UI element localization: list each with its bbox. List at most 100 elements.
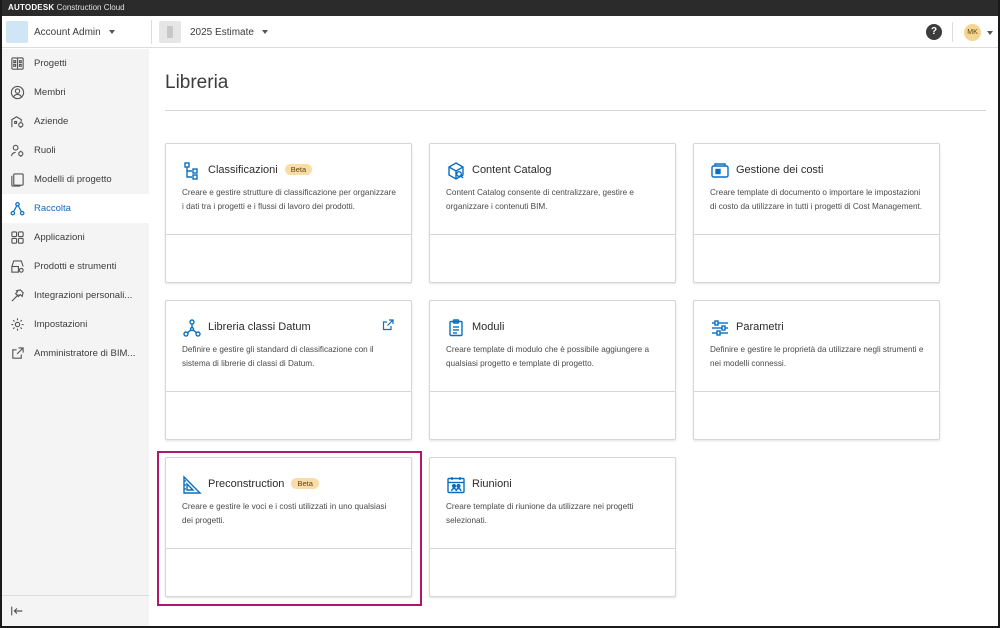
account-name: Account Admin <box>34 26 101 38</box>
card-title: Moduli <box>472 321 505 333</box>
hierarchy-icon <box>184 162 198 180</box>
chevron-down-icon <box>261 30 268 34</box>
card-title: Gestione dei costi <box>736 164 824 176</box>
top-header: Account Admin 2025 Estimate ? MK <box>2 16 998 48</box>
card-footer-divider <box>430 391 675 392</box>
brand-name: AUTODESK <box>8 3 55 12</box>
user-circle-icon <box>10 85 25 100</box>
sidebar-item-label: Aziende <box>34 116 69 127</box>
card-description: Creare template di modulo che è possibil… <box>446 345 649 368</box>
card-moduli[interactable]: Moduli Creare template di modulo che è p… <box>429 300 676 440</box>
card-footer-divider <box>430 234 675 235</box>
products-gear-icon <box>11 260 24 273</box>
card-title: Parametri <box>736 321 784 333</box>
sidebar-item-label: Amministratore di BIM... <box>34 348 136 359</box>
card-footer-divider <box>430 548 675 549</box>
meeting-calendar-icon <box>447 477 465 494</box>
title-divider <box>165 110 986 111</box>
sidebar-item-label: Modelli di progetto <box>34 174 112 185</box>
company-gear-icon <box>11 116 24 128</box>
card-libreria-classi-datum[interactable]: Libreria classi Datum Definire e gestire… <box>165 300 412 440</box>
sidebar-item-prodotti-e-strumenti[interactable]: Prodotti e strumenti <box>2 252 149 281</box>
header-divider <box>952 22 953 42</box>
collapse-left-icon <box>11 606 23 616</box>
sidebar-item-label: Applicazioni <box>34 232 85 243</box>
user-avatar[interactable]: MK <box>964 24 981 41</box>
card-footer-divider <box>166 234 411 235</box>
clipboard-icon <box>449 319 463 337</box>
card-classificazioni[interactable]: Classificazioni Beta Creare e gestire str… <box>165 143 412 283</box>
card-footer-divider <box>694 391 939 392</box>
card-description: Content Catalog consente di centralizzar… <box>446 188 634 211</box>
sidebar-item-label: Integrazioni personali... <box>34 290 133 301</box>
chevron-down-icon <box>108 30 115 34</box>
sidebar-item-label: Prodotti e strumenti <box>34 261 117 272</box>
project-selector[interactable]: 2025 Estimate <box>159 20 268 44</box>
card-footer-divider <box>694 234 939 235</box>
card-description: Creare e gestire le voci e i costi utili… <box>182 502 387 525</box>
card-footer-divider <box>166 391 411 392</box>
account-selector[interactable]: Account Admin <box>6 20 115 44</box>
sidebar-item-integrazioni-personali[interactable]: Integrazioni personali... <box>2 281 149 310</box>
sidebar: Progetti Membri Aziende Ruoli Modelli di… <box>2 49 149 626</box>
wallet-icon <box>711 163 729 178</box>
brand-product: Construction Cloud <box>56 3 125 12</box>
card-title: Classificazioni <box>208 164 278 176</box>
sidebar-item-applicazioni[interactable]: Applicazioni <box>2 223 149 252</box>
datum-network-icon <box>183 319 201 337</box>
role-gear-icon <box>10 144 24 157</box>
external-link-icon <box>12 347 24 359</box>
card-footer-divider <box>166 548 411 549</box>
sidebar-item-label: Raccolta <box>34 203 71 214</box>
card-content-catalog[interactable]: Content Catalog Content Catalog consente… <box>429 143 676 283</box>
project-thumbnail <box>159 21 181 43</box>
account-logo <box>6 21 28 43</box>
building-icon <box>11 57 24 70</box>
sidebar-item-label: Impostazioni <box>34 319 88 330</box>
beta-badge: Beta <box>284 164 313 175</box>
sidebar-item-progetti[interactable]: Progetti <box>2 49 149 78</box>
hammer-icon <box>11 289 24 302</box>
card-description: Definire e gestire gli standard di class… <box>182 345 374 368</box>
sidebar-item-amministratore-bim[interactable]: Amministratore di BIM... <box>2 339 149 368</box>
sidebar-item-impostazioni[interactable]: Impostazioni <box>2 310 149 339</box>
card-description: Definire e gestire le proprietà da utili… <box>710 345 924 368</box>
card-parametri[interactable]: Parametri Definire e gestire le propriet… <box>693 300 940 440</box>
external-link-icon[interactable] <box>382 319 394 331</box>
triangle-ruler-icon <box>183 475 202 494</box>
sidebar-item-aziende[interactable]: Aziende <box>2 107 149 136</box>
network-icon <box>10 201 25 216</box>
main-content: Libreria Classificazioni Beta Creare e ge… <box>149 49 998 626</box>
sidebar-item-label: Ruoli <box>34 145 56 156</box>
app-frame: AUTODESK Construction Cloud Account Admi… <box>0 0 1000 628</box>
collapse-sidebar-button[interactable] <box>2 595 149 626</box>
card-riunioni[interactable]: Riunioni Creare template di riunione da … <box>429 457 676 597</box>
brand-bar: AUTODESK Construction Cloud <box>2 0 998 16</box>
card-gestione-dei-costi[interactable]: Gestione dei costi Creare template di do… <box>693 143 940 283</box>
card-title: Riunioni <box>472 478 512 490</box>
card-description: Creare template di riunione da utilizzar… <box>446 502 634 525</box>
sidebar-item-membri[interactable]: Membri <box>2 78 149 107</box>
chevron-down-icon[interactable] <box>987 31 993 35</box>
project-name: 2025 Estimate <box>190 26 254 38</box>
sidebar-item-raccolta[interactable]: Raccolta <box>2 194 149 223</box>
card-title: Preconstruction <box>208 478 285 490</box>
card-title: Libreria classi Datum <box>208 321 311 333</box>
sidebar-item-modelli-di-progetto[interactable]: Modelli di progetto <box>2 165 149 194</box>
page-title: Libreria <box>165 72 229 93</box>
header-divider <box>151 20 152 44</box>
sidebar-item-label: Progetti <box>34 58 67 69</box>
help-icon[interactable]: ? <box>926 24 942 40</box>
card-description: Creare e gestire strutture di classifica… <box>182 188 396 211</box>
card-preconstruction[interactable]: Preconstruction Beta Creare e gestire le … <box>165 457 412 597</box>
apps-grid-icon <box>11 231 24 244</box>
sidebar-item-label: Membri <box>34 87 66 98</box>
template-icon <box>11 173 24 187</box>
settings-gear-icon <box>11 318 24 331</box>
catalog-cube-icon <box>448 162 464 180</box>
beta-badge: Beta <box>291 478 319 489</box>
card-description: Creare template di documento o importare… <box>710 188 923 211</box>
card-title: Content Catalog <box>472 164 552 176</box>
sliders-icon <box>712 320 728 336</box>
sidebar-item-ruoli[interactable]: Ruoli <box>2 136 149 165</box>
